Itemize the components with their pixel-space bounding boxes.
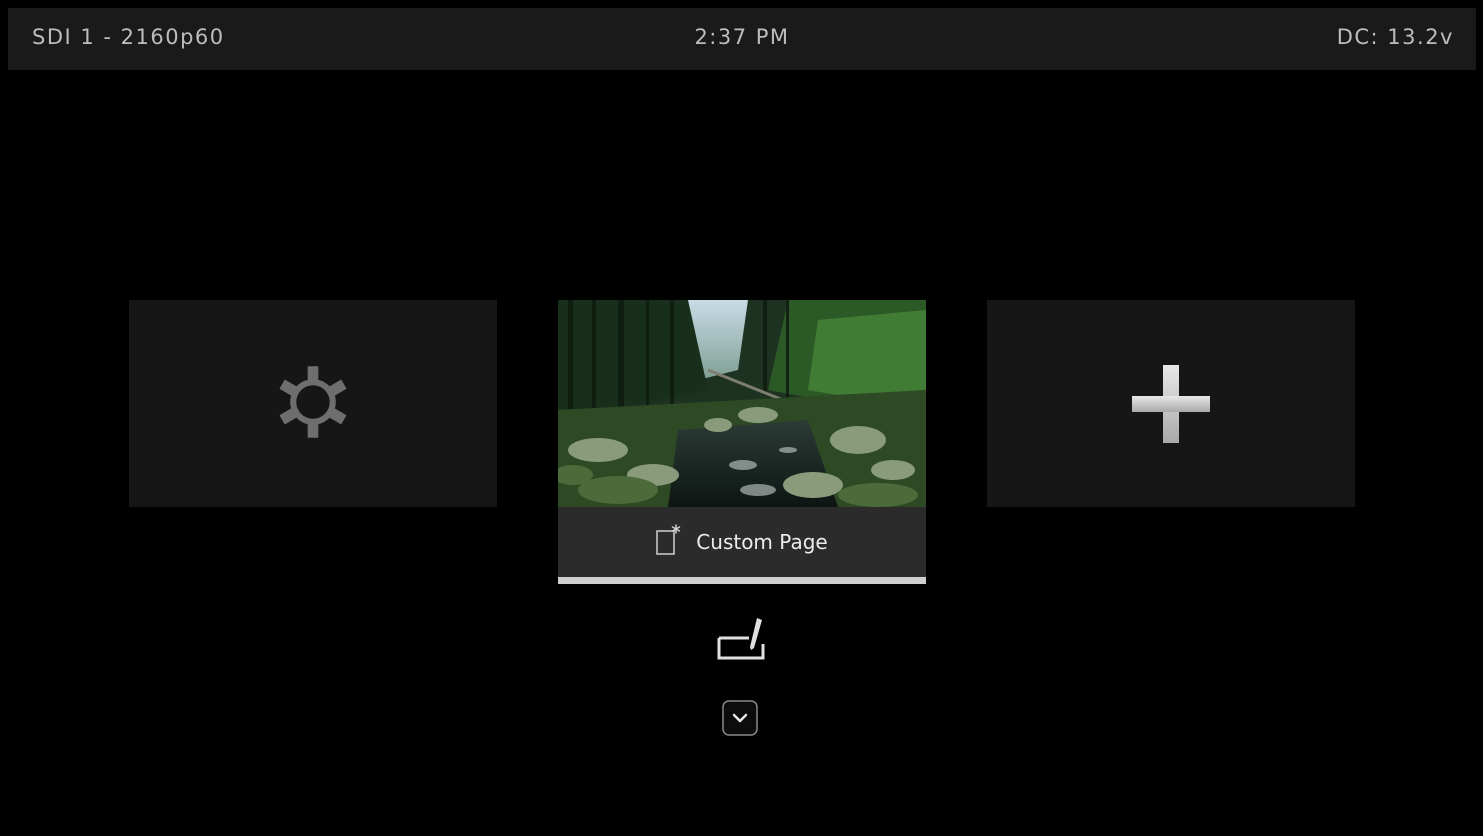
chevron-down-icon[interactable] — [722, 700, 758, 736]
custom-page-caption: Custom Page — [558, 507, 926, 577]
gear-icon — [279, 366, 347, 438]
add-page-tile[interactable] — [987, 300, 1355, 507]
settings-tile[interactable] — [129, 300, 497, 507]
status-bar: SDI 1 - 2160p60 2:37 PM DC: 13.2v — [8, 8, 1476, 70]
clock-readout: 2:37 PM — [694, 25, 790, 49]
plus-icon — [1132, 365, 1210, 443]
custom-page-label: Custom Page — [696, 530, 828, 554]
selection-indicator — [558, 577, 926, 584]
page-star-icon — [656, 524, 681, 555]
edit-icon[interactable] — [713, 614, 769, 662]
power-readout: DC: 13.2v — [1336, 25, 1454, 49]
forest-stream-thumbnail — [558, 300, 926, 507]
custom-page-tile[interactable]: Custom Page — [558, 300, 926, 584]
monitor-screen: SDI 1 - 2160p60 2:37 PM DC: 13.2v Custom… — [8, 8, 1476, 836]
